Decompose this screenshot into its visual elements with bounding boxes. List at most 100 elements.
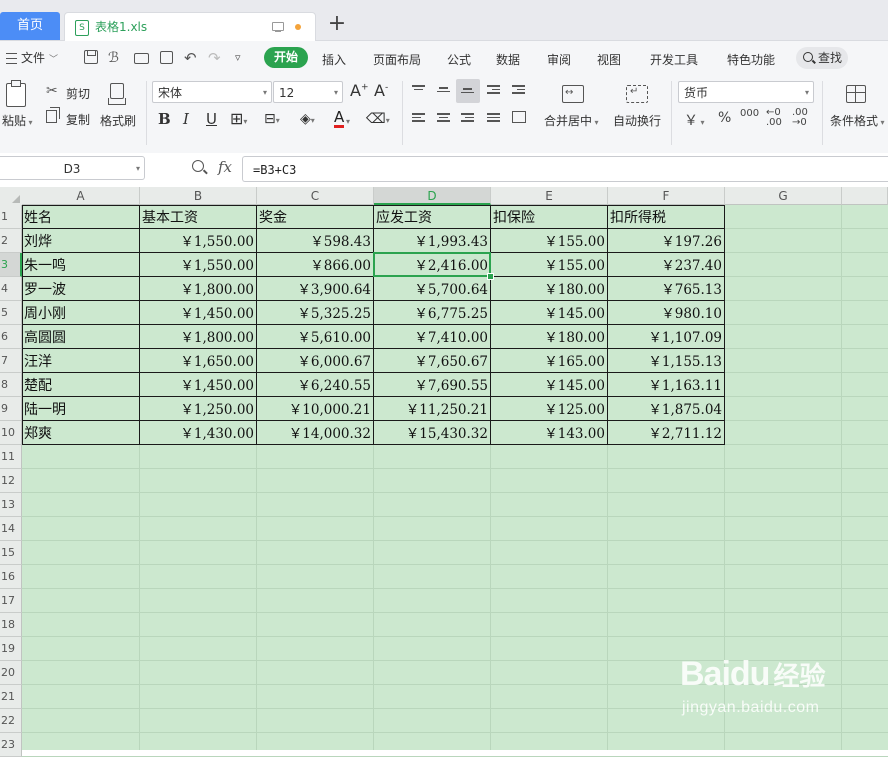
row-header-10[interactable]: 10: [0, 421, 22, 445]
align-bottom-icon[interactable]: [461, 88, 474, 99]
zoom-icon[interactable]: [192, 160, 204, 172]
italic-button[interactable]: I: [183, 110, 189, 128]
menu-view[interactable]: 视图: [597, 51, 621, 68]
row-header-19[interactable]: 19: [0, 637, 22, 661]
row-header-12[interactable]: 12: [0, 469, 22, 493]
row-header-21[interactable]: 21: [0, 685, 22, 709]
cell-f2[interactable]: ￥197.26: [608, 229, 724, 253]
print-icon[interactable]: [134, 53, 149, 64]
row-header-20[interactable]: 20: [0, 661, 22, 685]
thousands-separator-icon[interactable]: 000: [740, 108, 759, 119]
row-header-7[interactable]: 7: [0, 349, 22, 373]
cell-f4[interactable]: ￥765.13: [608, 277, 724, 301]
copy-icon[interactable]: [46, 107, 60, 123]
row-header-3[interactable]: 3: [0, 253, 22, 277]
fx-icon[interactable]: fx: [218, 158, 232, 176]
indent-decrease-icon[interactable]: [487, 85, 500, 96]
merge-center-button[interactable]: 合并居中 ▾: [544, 112, 599, 129]
cell-f3[interactable]: ￥237.40: [608, 253, 724, 277]
header-cell-d[interactable]: 应发工资: [374, 205, 491, 229]
wrap-text-icon[interactable]: ↵: [626, 85, 648, 103]
cell-c9[interactable]: ￥10,000.21: [257, 397, 373, 421]
row-header-8[interactable]: 8: [0, 373, 22, 397]
row-header-6[interactable]: 6: [0, 325, 22, 349]
cell-e4[interactable]: ￥180.00: [491, 277, 607, 301]
row-header-18[interactable]: 18: [0, 613, 22, 637]
cell-e9[interactable]: ￥125.00: [491, 397, 607, 421]
undo-icon[interactable]: ↶: [184, 50, 200, 66]
cell-a3[interactable]: 朱一鸣: [22, 253, 139, 277]
font-name-select[interactable]: 宋体 ▾: [152, 81, 272, 103]
cell-d3[interactable]: ￥2,416.00: [374, 253, 490, 277]
cell-a10[interactable]: 郑爽: [22, 421, 139, 445]
cell-b3[interactable]: ￥1,550.00: [140, 253, 256, 277]
row-header-9[interactable]: 9: [0, 397, 22, 421]
borders-icon[interactable]: ⊞▾: [230, 110, 247, 131]
cell-a7[interactable]: 汪洋: [22, 349, 139, 373]
cell-c8[interactable]: ￥6,240.55: [257, 373, 373, 397]
monitor-icon[interactable]: [272, 22, 284, 32]
cell-c3[interactable]: ￥866.00: [257, 253, 373, 277]
cell-b2[interactable]: ￥1,550.00: [140, 229, 256, 253]
currency-format-icon[interactable]: ￥ ▾: [684, 110, 705, 130]
row-header-11[interactable]: 11: [0, 445, 22, 469]
cell-f9[interactable]: ￥1,875.04: [608, 397, 724, 421]
cell-c6[interactable]: ￥5,610.00: [257, 325, 373, 349]
conditional-format-icon[interactable]: [846, 85, 866, 103]
cell-b7[interactable]: ￥1,650.00: [140, 349, 256, 373]
number-format-select[interactable]: 货币 ▾: [678, 81, 814, 103]
formula-input[interactable]: =B3+C3: [242, 156, 888, 182]
cell-f7[interactable]: ￥1,155.13: [608, 349, 724, 373]
cell-a8[interactable]: 楚配: [22, 373, 139, 397]
font-size-select[interactable]: 12 ▾: [273, 81, 343, 103]
header-cell-c[interactable]: 奖金: [257, 205, 374, 229]
row-header-5[interactable]: 5: [0, 301, 22, 325]
decrease-decimal-icon[interactable]: .00 →0: [792, 108, 808, 128]
cell-a5[interactable]: 周小刚: [22, 301, 139, 325]
cell-c4[interactable]: ￥3,900.64: [257, 277, 373, 301]
row-header-13[interactable]: 13: [0, 493, 22, 517]
cell-b6[interactable]: ￥1,800.00: [140, 325, 256, 349]
header-cell-a[interactable]: 姓名: [22, 205, 140, 229]
underline-button[interactable]: U: [206, 110, 217, 128]
menu-developer[interactable]: 开发工具: [650, 51, 698, 68]
bold-button[interactable]: B: [158, 110, 171, 128]
clear-format-icon[interactable]: ⌫▾: [366, 110, 390, 130]
distributed-align-icon[interactable]: [512, 111, 526, 123]
fill-color-icon[interactable]: ◈▾: [300, 110, 315, 130]
column-header-e[interactable]: E: [491, 187, 608, 205]
merge-center-icon[interactable]: ↔: [562, 85, 584, 103]
file-menu[interactable]: 文件 ﹀: [6, 49, 58, 66]
row-header-1[interactable]: 1: [0, 205, 22, 229]
menu-data[interactable]: 数据: [496, 51, 520, 68]
align-left-icon[interactable]: [412, 113, 425, 124]
scissors-icon[interactable]: ✂: [46, 83, 58, 99]
column-header-a[interactable]: A: [22, 187, 140, 205]
cell-e7[interactable]: ￥165.00: [491, 349, 607, 373]
column-header-f[interactable]: F: [608, 187, 725, 205]
format-painter-button[interactable]: 格式刷: [100, 112, 136, 129]
redo-icon[interactable]: ↷: [208, 50, 224, 66]
cell-d9[interactable]: ￥11,250.21: [374, 397, 490, 421]
new-tab-button[interactable]: +: [326, 12, 348, 38]
paste-button[interactable]: 粘贴 ▾: [2, 112, 33, 129]
cell-d5[interactable]: ￥6,775.25: [374, 301, 490, 325]
cell-f6[interactable]: ￥1,107.09: [608, 325, 724, 349]
cell-c2[interactable]: ￥598.43: [257, 229, 373, 253]
cell-style-icon[interactable]: ⊟▾: [264, 110, 280, 130]
row-header-14[interactable]: 14: [0, 517, 22, 541]
menu-start[interactable]: 开始: [264, 47, 309, 68]
cell-e2[interactable]: ￥155.00: [491, 229, 607, 253]
row-header-4[interactable]: 4: [0, 277, 22, 301]
cell-d4[interactable]: ￥5,700.64: [374, 277, 490, 301]
cell-f10[interactable]: ￥2,711.12: [608, 421, 724, 445]
menu-formula[interactable]: 公式: [447, 51, 471, 68]
cell-d6[interactable]: ￥7,410.00: [374, 325, 490, 349]
cell-e5[interactable]: ￥145.00: [491, 301, 607, 325]
cell-d8[interactable]: ￥7,690.55: [374, 373, 490, 397]
column-header-d[interactable]: D: [374, 187, 491, 205]
cell-b8[interactable]: ￥1,450.00: [140, 373, 256, 397]
tab-workbook[interactable]: S 表格1.xls: [64, 12, 316, 41]
row-header-17[interactable]: 17: [0, 589, 22, 613]
row-header-2[interactable]: 2: [0, 229, 22, 253]
